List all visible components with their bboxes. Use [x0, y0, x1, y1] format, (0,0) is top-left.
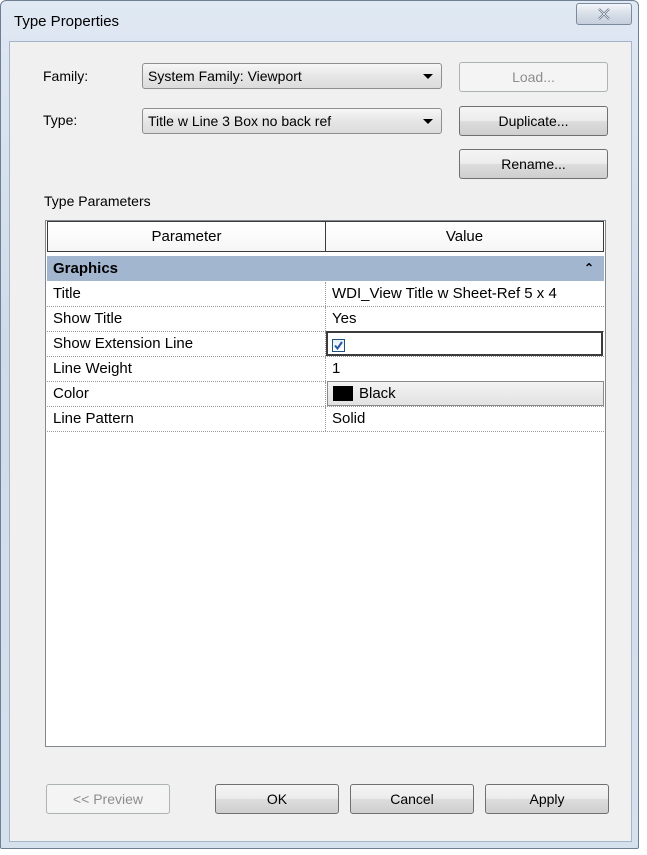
- family-dropdown[interactable]: System Family: Viewport: [142, 63, 442, 89]
- preview-button[interactable]: << Preview: [46, 784, 170, 814]
- parameter-row[interactable]: Line Pattern Solid: [47, 407, 604, 432]
- parameter-name: Title: [47, 282, 326, 306]
- dialog-title: Type Properties: [14, 13, 120, 30]
- group-header-graphics[interactable]: Graphics ⌃: [47, 256, 604, 281]
- type-parameters-grid[interactable]: Parameter Value Graphics ⌃ Title WDI_Vie…: [45, 220, 606, 747]
- family-label: Family:: [43, 68, 89, 84]
- parameter-value-show-extension-line[interactable]: [326, 331, 603, 356]
- parameter-name: Line Weight: [47, 357, 326, 381]
- parameter-value-line-weight[interactable]: 1: [327, 357, 604, 381]
- parameter-value-line-pattern[interactable]: Solid: [327, 407, 604, 431]
- family-value: System Family: Viewport: [148, 68, 302, 84]
- parameter-name: Show Title: [47, 307, 326, 331]
- group-name: Graphics: [53, 260, 119, 277]
- parameter-name: Line Pattern: [47, 407, 326, 431]
- column-header-parameter[interactable]: Parameter: [47, 221, 326, 252]
- color-name: Black: [359, 385, 396, 402]
- close-button[interactable]: [576, 3, 632, 25]
- parameter-row[interactable]: Color Black: [47, 381, 604, 407]
- show-extension-line-checkbox[interactable]: [332, 339, 345, 352]
- parameter-value-title[interactable]: WDI_View Title w Sheet-Ref 5 x 4: [327, 282, 604, 306]
- type-dropdown[interactable]: Title w Line 3 Box no back ref: [142, 108, 442, 134]
- parameter-row[interactable]: Show Extension Line: [47, 331, 604, 357]
- cancel-button[interactable]: Cancel: [350, 784, 474, 814]
- dialog-body: Family: System Family: Viewport Load... …: [9, 41, 632, 842]
- parameter-name: Color: [47, 382, 326, 406]
- type-label: Type:: [43, 112, 78, 128]
- ok-button[interactable]: OK: [215, 784, 339, 814]
- type-value: Title w Line 3 Box no back ref: [148, 113, 332, 129]
- parameter-row[interactable]: Show Title Yes: [47, 307, 604, 332]
- parameter-name: Show Extension Line: [47, 332, 326, 356]
- parameter-row[interactable]: Title WDI_View Title w Sheet-Ref 5 x 4: [47, 282, 604, 307]
- close-icon: [598, 8, 610, 20]
- load-button[interactable]: Load...: [459, 62, 608, 92]
- type-parameters-label: Type Parameters: [44, 193, 151, 209]
- title-bar[interactable]: Type Properties: [1, 1, 638, 41]
- apply-button[interactable]: Apply: [485, 784, 609, 814]
- chevron-down-icon: [423, 74, 433, 79]
- double-chevron-up-icon[interactable]: ⌃: [584, 256, 594, 281]
- color-swatch: [333, 385, 353, 401]
- rename-button[interactable]: Rename...: [459, 149, 608, 179]
- column-header-value[interactable]: Value: [325, 221, 604, 252]
- parameter-value-color[interactable]: Black: [327, 381, 604, 406]
- parameter-value-show-title[interactable]: Yes: [327, 307, 604, 331]
- type-properties-dialog: Type Properties Family: System Family: V…: [0, 0, 639, 849]
- duplicate-button[interactable]: Duplicate...: [459, 106, 608, 136]
- chevron-down-icon: [423, 119, 433, 124]
- checkmark-icon: [334, 341, 343, 351]
- parameter-row[interactable]: Line Weight 1: [47, 357, 604, 382]
